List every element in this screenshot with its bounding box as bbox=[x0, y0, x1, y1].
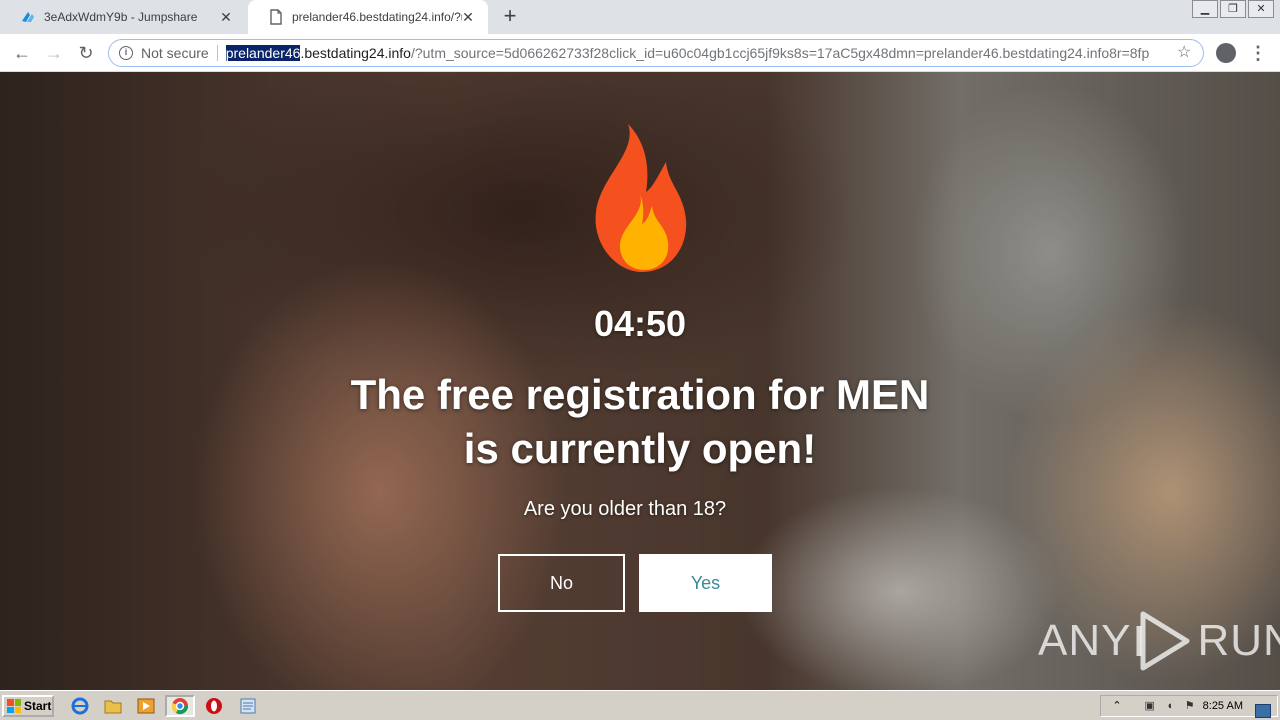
page-headline: The free registration for MEN is current… bbox=[350, 371, 930, 472]
tab-strip: 3eAdxWdmY9b - Jumpshare ✕ prelander46.be… bbox=[0, 0, 1280, 34]
tab-title: 3eAdxWdmY9b - Jumpshare bbox=[44, 10, 198, 24]
tab-prelander[interactable]: prelander46.bestdating24.info/?utm ✕ bbox=[248, 0, 488, 34]
close-tab-icon[interactable]: ✕ bbox=[460, 9, 476, 25]
bookmark-star-icon[interactable]: ☆ bbox=[1177, 44, 1195, 62]
address-bar[interactable]: i Not secure prelander46 .bestdating24.i… bbox=[108, 39, 1204, 67]
yes-button[interactable]: Yes bbox=[639, 554, 772, 612]
close-tab-icon[interactable]: ✕ bbox=[218, 9, 234, 25]
url-selected-text: prelander46 bbox=[225, 45, 301, 61]
address-divider bbox=[216, 45, 218, 61]
start-label: Start bbox=[24, 699, 52, 713]
flame-icon bbox=[595, 124, 687, 272]
action-center-flag-icon[interactable]: ⚑ bbox=[1183, 699, 1197, 713]
network-icon[interactable]: ▣ bbox=[1143, 699, 1157, 713]
volume-icon[interactable]: ◖ bbox=[1163, 699, 1177, 713]
page-icon bbox=[268, 9, 284, 25]
forward-icon[interactable]: → bbox=[42, 41, 66, 65]
page-background: 04:50 The free registration for MEN is c… bbox=[0, 72, 1280, 690]
security-label[interactable]: Not secure bbox=[141, 45, 209, 61]
start-button[interactable]: Start bbox=[2, 695, 54, 717]
folder-icon[interactable] bbox=[104, 697, 122, 715]
close-window-button[interactable]: ✕ bbox=[1248, 0, 1274, 18]
minimize-button[interactable]: ▁ bbox=[1192, 0, 1218, 18]
tab-jumpshare[interactable]: 3eAdxWdmY9b - Jumpshare ✕ bbox=[0, 0, 246, 34]
jumpshare-icon bbox=[20, 9, 36, 25]
menu-icon[interactable]: ⋮ bbox=[1248, 41, 1268, 65]
browser-toolbar: ← → ↻ i Not secure prelander46 .bestdati… bbox=[0, 34, 1280, 72]
back-icon[interactable]: ← bbox=[10, 41, 34, 65]
window-controls: ▁ ❐ ✕ bbox=[1192, 0, 1274, 18]
info-icon[interactable]: i bbox=[119, 46, 133, 60]
reload-icon[interactable]: ↻ bbox=[74, 41, 98, 65]
notepad-icon bbox=[240, 698, 256, 714]
anyrun-watermark: ANY RUN bbox=[1038, 610, 1280, 672]
opera-icon[interactable] bbox=[205, 697, 223, 715]
taskbar: Start ⌃ ▣ ◖ ⚑ 8:25 AM bbox=[0, 690, 1280, 720]
url-host: .bestdating24.info bbox=[300, 45, 411, 61]
chrome-icon bbox=[171, 698, 189, 715]
show-desktop-icon[interactable] bbox=[1255, 704, 1271, 718]
new-tab-button[interactable]: + bbox=[498, 5, 522, 29]
countdown-timer: 04:50 bbox=[593, 303, 687, 344]
account-icon[interactable] bbox=[1216, 43, 1236, 63]
watermark-right-text: RUN bbox=[1197, 616, 1280, 665]
age-question: Are you older than 18? bbox=[523, 498, 727, 520]
chrome-taskbar-button[interactable] bbox=[165, 695, 195, 717]
windows-logo-icon bbox=[7, 699, 21, 713]
system-tray: ▣ ◖ ⚑ 8:25 AM bbox=[1100, 695, 1278, 718]
media-player-icon[interactable] bbox=[137, 697, 155, 715]
clock[interactable]: 8:25 AM bbox=[1203, 700, 1243, 712]
url-path: /?utm_source=5d066262733f28click_id=u60c… bbox=[410, 45, 1150, 61]
tab-title: prelander46.bestdating24.info/?utm bbox=[292, 10, 462, 24]
restore-button[interactable]: ❐ bbox=[1220, 0, 1246, 18]
internet-explorer-icon[interactable] bbox=[71, 697, 89, 715]
play-logo-icon bbox=[1136, 611, 1190, 671]
notepad-taskbar-button[interactable] bbox=[233, 695, 263, 717]
watermark-left-text: ANY bbox=[1038, 616, 1132, 665]
no-button[interactable]: No bbox=[498, 554, 625, 612]
